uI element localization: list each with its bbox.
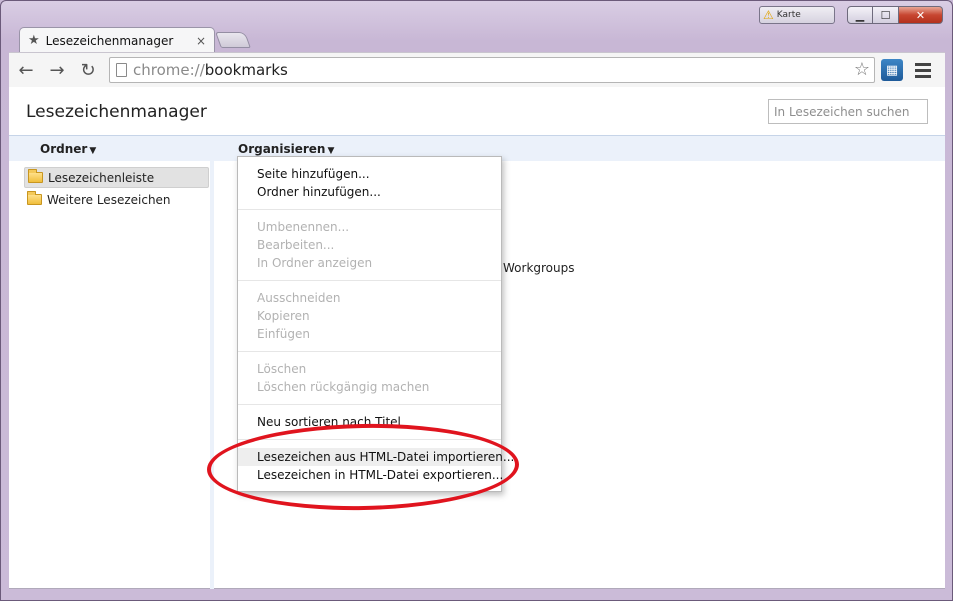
organize-menu-button[interactable]: Organisieren ▼ (238, 142, 334, 156)
menu-item-import-html[interactable]: Lesezeichen aus HTML-Datei importieren..… (238, 448, 514, 466)
window-controls: ▁ ☐ ✕ (847, 6, 943, 24)
page-icon (116, 63, 127, 77)
menu-item-copy: Kopieren (257, 309, 310, 323)
menu-separator (238, 439, 501, 440)
tab-bookmarks-manager[interactable]: ★ Lesezeichenmanager × (19, 27, 215, 53)
menu-item-paste: Einfügen (257, 327, 310, 341)
menu-item-show-in-folder: In Ordner anzeigen (257, 256, 373, 270)
minimize-button[interactable]: ▁ (847, 6, 873, 24)
reload-button[interactable]: ↻ (74, 56, 102, 84)
browser-window: ⚠ Karte ▁ ☐ ✕ ★ Lesezeichenmanager × ← →… (0, 0, 953, 601)
menu-item-cut: Ausschneiden (257, 291, 341, 305)
forward-button[interactable]: → (43, 56, 71, 84)
folder-tree: Lesezeichenleiste Weitere Lesezeichen (9, 161, 214, 589)
browser-toolbar: ← → ↻ chrome://bookmarks ☆ ▦ (9, 52, 945, 87)
url-text: chrome://bookmarks (133, 61, 288, 79)
extension-icon[interactable]: ▦ (881, 59, 903, 81)
bookmark-star-icon[interactable]: ☆ (854, 59, 870, 80)
organize-dropdown-menu: Seite hinzufügen... Ordner hinzufügen...… (237, 156, 514, 492)
tab-title: Lesezeichenmanager (45, 33, 174, 48)
folder-icon (27, 191, 42, 205)
close-window-button[interactable]: ✕ (899, 6, 943, 24)
page-title: Lesezeichenmanager (26, 102, 207, 122)
tree-item-bookmarks-bar[interactable]: Lesezeichenleiste (24, 167, 209, 188)
chrome-menu-icon[interactable] (915, 60, 931, 80)
menu-separator (238, 209, 501, 210)
address-bar[interactable]: chrome://bookmarks ☆ (109, 57, 875, 83)
menu-separator (238, 404, 501, 405)
menu-item-export-html[interactable]: Lesezeichen in HTML-Datei exportieren... (238, 466, 503, 484)
warning-icon: ⚠ (763, 8, 774, 22)
maximize-button[interactable]: ☐ (873, 6, 899, 24)
menu-separator (238, 351, 501, 352)
list-item[interactable]: Workgroups (503, 261, 575, 275)
menu-separator (238, 280, 501, 281)
tab-close-icon[interactable]: × (196, 34, 206, 48)
menu-item-delete: Löschen (257, 362, 307, 376)
menu-item-add-folder[interactable]: Ordner hinzufügen... (238, 183, 501, 201)
bookmark-search-input[interactable] (768, 99, 928, 124)
menu-item-undo-delete: Löschen rückgängig machen (257, 380, 430, 394)
extension-indicator-label: Karte (776, 10, 801, 20)
tree-item-other-bookmarks[interactable]: Weitere Lesezeichen (24, 189, 209, 210)
menu-item-rename: Umbenennen... (257, 220, 350, 234)
star-icon: ★ (28, 33, 40, 48)
folders-menu-button[interactable]: Ordner ▼ (40, 142, 96, 156)
back-button[interactable]: ← (12, 56, 40, 84)
extension-indicator[interactable]: ⚠ Karte (759, 6, 835, 24)
menu-item-sort-by-title[interactable]: Neu sortieren nach Titel (238, 413, 501, 431)
folder-icon (28, 169, 43, 183)
new-tab-button[interactable] (215, 32, 251, 48)
menu-item-edit: Bearbeiten... (257, 238, 335, 252)
menu-item-add-page[interactable]: Seite hinzufügen... (238, 165, 501, 183)
